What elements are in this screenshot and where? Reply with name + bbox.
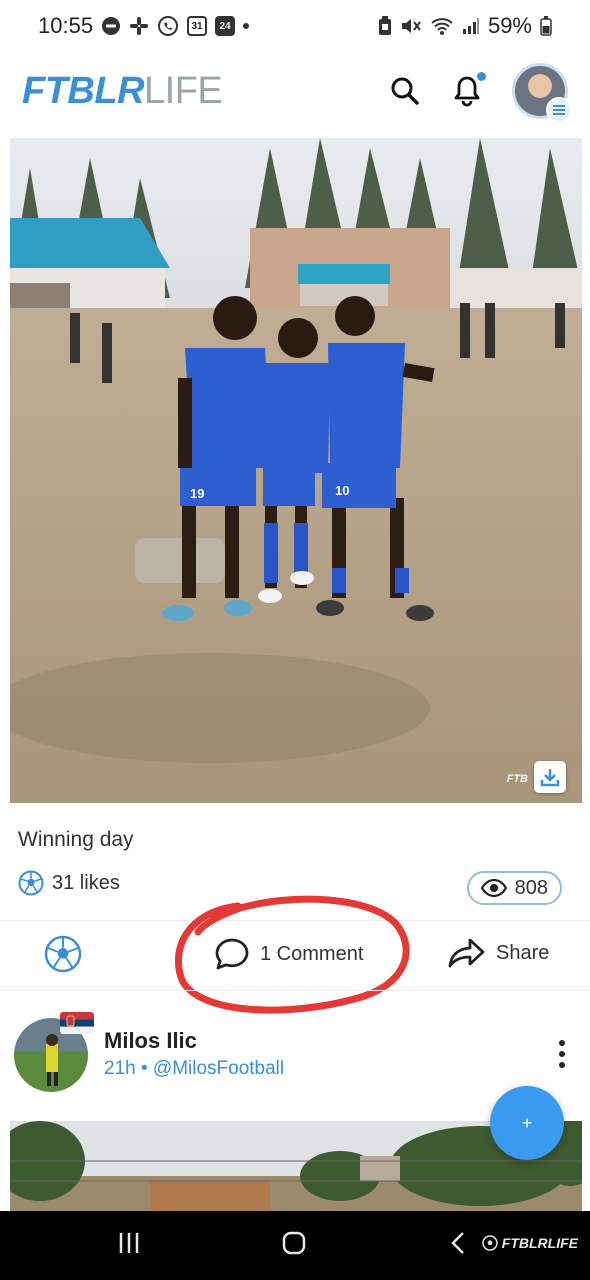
battery-icon [540,16,552,36]
menu-icon [546,97,572,123]
football-icon [482,1235,498,1251]
eye-icon [480,879,507,897]
system-nav-bar: FTBLRLIFE [0,1211,590,1280]
dot [559,1040,565,1046]
post-meta[interactable]: 21h • @MilosFootball [104,1058,284,1080]
slack-icon [129,16,149,36]
post-image[interactable]: 19 10 FTB [10,138,582,803]
dot [559,1062,565,1068]
back-icon [451,1232,464,1254]
svg-text:19: 19 [190,486,204,501]
views-count: 808 [514,876,548,899]
logo-light-text: LIFE [144,69,223,112]
whatsapp-icon [157,15,179,37]
recents-icon [119,1233,139,1253]
battery-saver-icon [378,16,392,36]
notification-dot [477,72,486,81]
search-button[interactable] [388,74,422,108]
create-post-button[interactable]: + [490,1086,564,1160]
post-actions: 1 Comment Share [0,921,590,989]
more-options-button[interactable] [556,1040,568,1068]
divider [0,990,590,991]
home-button[interactable] [282,1231,306,1260]
download-icon [540,769,560,787]
dnd-icon [101,16,121,36]
likes-count[interactable]: 31 likes [18,870,120,896]
wifi-icon [430,16,454,36]
mute-icon [400,16,422,36]
status-time: 10:55 [38,13,94,38]
views-badge: 808 [466,871,562,905]
dot [559,1051,565,1057]
signal-icon [462,17,480,35]
author-name[interactable]: Milos Ilic [104,1028,197,1054]
football-icon [44,935,82,973]
serbia-flag-icon [60,1012,94,1034]
like-button[interactable] [44,935,82,973]
notifications-button[interactable] [450,72,486,108]
svg-text:10: 10 [335,483,349,498]
battery-level: 59% [487,13,532,38]
calendar-icon: 31 [187,16,208,36]
image-watermark: FTB [506,773,528,785]
share-button[interactable]: Share [448,937,549,969]
download-button[interactable] [534,761,566,793]
calendar-alt-icon: 24 [215,16,236,36]
share-icon [448,938,485,968]
app-header: FTBLRLIFE [0,52,590,130]
post-caption: Winning day [18,828,134,851]
comment-label: 1 Comment [260,942,364,965]
home-icon [282,1231,306,1255]
nav-watermark: FTBLRLIFE [482,1235,578,1251]
nav-watermark-text: FTBLRLIFE [501,1235,578,1251]
plus-icon: + [521,1112,533,1133]
more-notifications-icon [243,23,250,29]
recents-button[interactable] [118,1231,140,1260]
comment-button[interactable]: 1 Comment [214,937,363,971]
likes-label: 31 likes [52,871,120,894]
logo-bold-text: FTBLR [22,69,145,112]
status-bar: 10:55 31 24 59% [0,0,590,52]
profile-button[interactable] [512,63,572,123]
back-button[interactable] [450,1231,466,1260]
comment-icon [215,938,249,970]
search-icon [391,77,419,105]
app-logo[interactable]: FTBLRLIFE [22,69,223,113]
football-icon [18,870,44,896]
share-label: Share [496,941,550,964]
